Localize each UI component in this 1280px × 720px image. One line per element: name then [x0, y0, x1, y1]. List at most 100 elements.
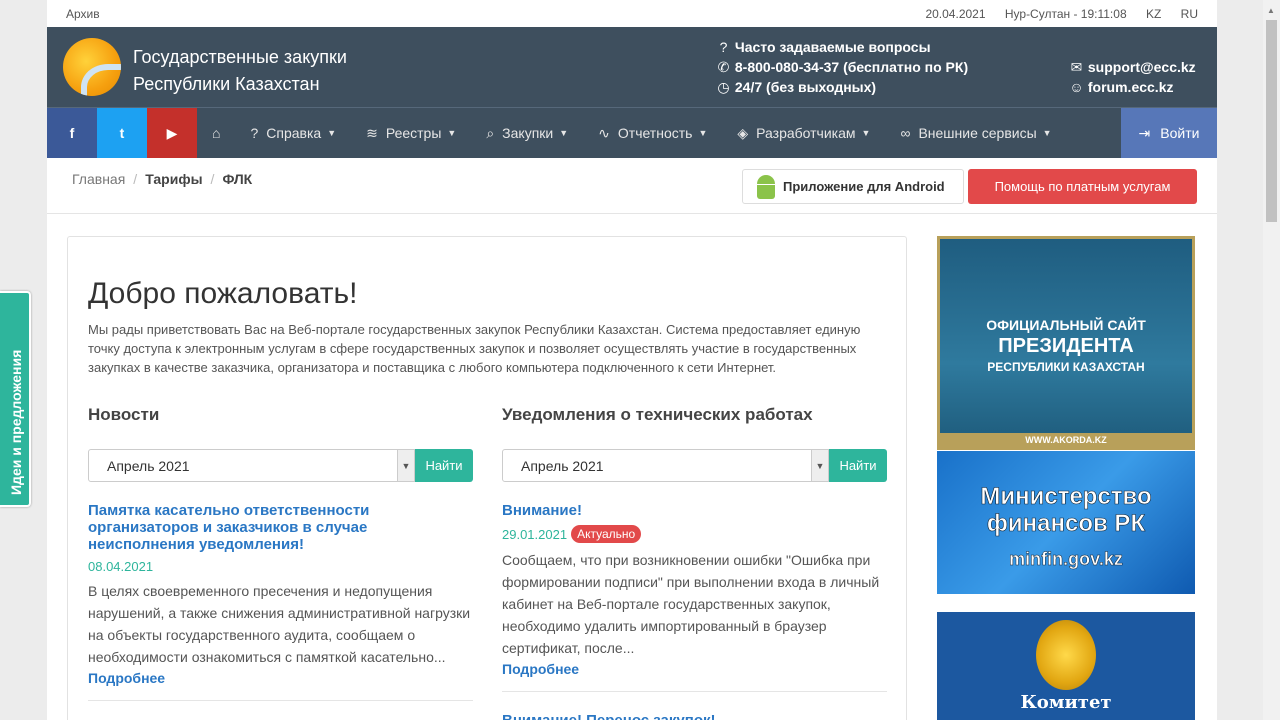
news-column: Новости Апрель 2021 ▼ Найти Памятка касат…	[88, 405, 473, 701]
banner-text: Комитет	[1020, 692, 1112, 713]
nav-reports[interactable]: ∿ Отчетность ▼	[583, 108, 722, 158]
android-app-label: Приложение для Android	[783, 179, 945, 194]
breadcrumb-separator: /	[210, 171, 215, 187]
banner-site: WWW.AKORDA.KZ	[940, 433, 1192, 447]
notices-month-select[interactable]: Апрель 2021 ▼	[502, 449, 829, 482]
emblem-icon	[1036, 620, 1096, 690]
scrollbar[interactable]: ▲	[1263, 0, 1280, 720]
breadcrumb-separator: /	[133, 171, 138, 187]
android-icon	[755, 174, 777, 199]
caret-down-icon: ▼	[1042, 128, 1052, 138]
main-panel: Добро пожаловать! Мы рады приветствовать…	[67, 236, 907, 720]
committee-banner[interactable]: Комитет	[937, 612, 1195, 720]
lang-kz-link[interactable]: KZ	[1146, 7, 1161, 21]
facebook-icon: f	[69, 125, 75, 141]
faq-label: Часто задаваемые вопросы	[734, 39, 931, 55]
scrollbar-thumb[interactable]	[1266, 20, 1277, 222]
news-more-link[interactable]: Подробнее	[88, 670, 473, 686]
notices-filter: Апрель 2021 ▼ Найти	[502, 449, 887, 482]
paid-services-help-label: Помощь по платным услугам	[994, 179, 1171, 194]
notices-find-button[interactable]: Найти	[829, 449, 887, 482]
news-month-select[interactable]: Апрель 2021 ▼	[88, 449, 415, 482]
login-button[interactable]: ⇥ Войти	[1121, 108, 1217, 158]
banner-text: ПРЕЗИДЕНТА	[998, 335, 1134, 357]
caret-down-icon: ▼	[861, 128, 871, 138]
logo-icon[interactable]	[63, 38, 121, 96]
breadcrumb-home[interactable]: Главная	[72, 171, 125, 187]
divider	[47, 213, 1217, 214]
notices-column: Уведомления о технических работах Апрель…	[502, 405, 887, 720]
status-badge: Актуально	[571, 525, 642, 543]
youtube-button[interactable]: ▶	[147, 108, 197, 158]
breadcrumb-tariffs[interactable]: Тарифы	[145, 171, 202, 187]
scroll-up-icon[interactable]: ▲	[1267, 6, 1275, 15]
brand-title[interactable]: Государственные закупки Республики Казах…	[133, 44, 347, 98]
phone-icon: ✆	[717, 59, 730, 75]
minfin-banner[interactable]: Министерство финансов РК minfin.gov.kz	[937, 451, 1195, 594]
nav-developers[interactable]: ◈ Разработчикам ▼	[722, 108, 885, 158]
sign-in-icon: ⇥	[1138, 124, 1151, 141]
notices-heading: Уведомления о технических работах	[502, 405, 813, 424]
date-text: 20.04.2021	[925, 6, 986, 21]
banner-line: Министерство	[980, 483, 1152, 511]
nav-help[interactable]: ? Справка ▼	[235, 108, 351, 158]
nav-purchases-label: Закупки	[502, 125, 554, 141]
news-filter: Апрель 2021 ▼ Найти	[88, 449, 473, 482]
breadcrumb-current: ФЛК	[222, 171, 253, 187]
notices-month-value: Апрель 2021	[521, 457, 604, 474]
lang-ru-link[interactable]: RU	[1181, 7, 1198, 21]
caret-down-icon: ▼	[327, 128, 337, 138]
brand-line-1: Государственные закупки	[133, 47, 347, 67]
caret-down-icon: ▼	[447, 128, 457, 138]
nav-registries[interactable]: ≋ Реестры ▼	[351, 108, 471, 158]
question-icon: ?	[719, 39, 728, 55]
email-label: support@ecc.kz	[1087, 59, 1196, 75]
ideas-feedback-tab[interactable]: Идеи и предложения	[0, 291, 31, 507]
time-text: Нур-Султан - 19:11:08	[1004, 6, 1127, 21]
nav-developers-label: Разработчикам	[756, 125, 856, 141]
forum-label: forum.ecc.kz	[1087, 79, 1174, 95]
brand-line-2: Республики Казахстан	[133, 74, 320, 94]
nav-purchases[interactable]: ⌕ Закупки ▼	[471, 108, 583, 158]
phone: ✆ 8-800-080-34-37 (бесплатно по РК)	[716, 57, 968, 77]
news-item-text: В целях своевременного пресечения и недо…	[88, 583, 471, 665]
envelope-icon: ✉	[1070, 59, 1083, 75]
notice-item-date-row: 29.01.2021 Актуально	[502, 525, 887, 543]
nav-external[interactable]: ∞ Внешние сервисы ▼	[885, 108, 1066, 158]
twitter-button[interactable]: t	[97, 108, 147, 158]
nav-home[interactable]: ⌂	[197, 108, 235, 158]
tag-icon: ◈	[737, 124, 749, 141]
ideas-feedback-label: Идеи и предложения	[8, 349, 24, 495]
intro-text: Мы рады приветствовать Вас на Веб-портал…	[88, 322, 861, 375]
notice-item-title[interactable]: Внимание!	[502, 502, 887, 519]
banner-text: ОФИЦИАЛЬНЫЙ САЙТ	[986, 317, 1146, 333]
divider	[88, 700, 473, 701]
news-item-title[interactable]: Памятка касательно ответственности орган…	[88, 502, 473, 553]
paid-services-help-button[interactable]: Помощь по платным услугам	[968, 169, 1197, 204]
home-icon: ⌂	[212, 125, 221, 141]
news-month-value: Апрель 2021	[107, 457, 190, 474]
faq-link[interactable]: ? Часто задаваемые вопросы	[716, 37, 968, 57]
nav-reports-label: Отчетность	[617, 125, 693, 141]
breadcrumb: Главная / Тарифы / ФЛК	[72, 171, 252, 187]
nav-help-label: Справка	[266, 125, 322, 141]
banner-site: minfin.gov.kz	[1009, 549, 1123, 570]
caret-down-icon: ▼	[559, 128, 569, 138]
archive-link[interactable]: Архив	[66, 7, 100, 21]
forum-link[interactable]: ☺ forum.ecc.kz	[1069, 77, 1196, 97]
news-find-button[interactable]: Найти	[415, 449, 473, 482]
link-icon: ∞	[900, 125, 911, 141]
email-link[interactable]: ✉ support@ecc.kz	[1069, 57, 1196, 77]
notice-next-title[interactable]: Внимание! Перенос закупок!	[502, 712, 887, 720]
chart-line-icon: ∿	[598, 124, 610, 141]
android-app-button[interactable]: Приложение для Android	[742, 169, 964, 204]
main-nav: f t ▶ ⌂ ? Справка ▼ ≋ Реестры ▼ ⌕ Закупки ▼ ∿ О…	[47, 107, 1217, 158]
president-site-banner[interactable]: ОФИЦИАЛЬНЫЙ САЙТ ПРЕЗИДЕНТА РЕСПУБЛИКИ К…	[937, 236, 1195, 450]
nav-external-label: Внешние сервисы	[918, 125, 1037, 141]
notice-more-link[interactable]: Подробнее	[502, 661, 887, 677]
caret-down-icon: ▼	[698, 128, 708, 138]
phone-label: 8-800-080-34-37 (бесплатно по РК)	[734, 59, 969, 75]
hours: ◷ 24/7 (без выходных)	[716, 77, 968, 97]
login-label: Войти	[1160, 125, 1200, 141]
facebook-button[interactable]: f	[47, 108, 97, 158]
